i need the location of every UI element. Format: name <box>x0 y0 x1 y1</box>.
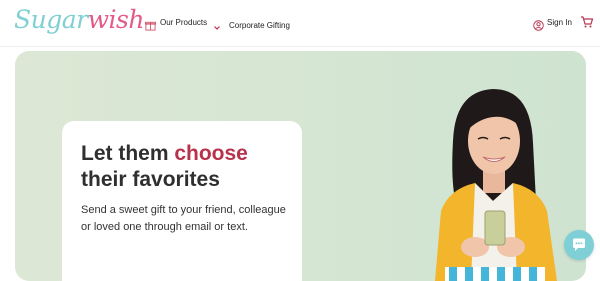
chat-button[interactable] <box>564 230 594 260</box>
logo-sugar: Sugar <box>14 5 88 34</box>
nav-our-products[interactable]: Our Products <box>145 15 221 31</box>
hero-banner: Let them choose their favorites Send a s… <box>15 51 586 281</box>
logo-wish: wish <box>87 5 145 34</box>
hero-title-line2: their favorites <box>81 168 220 191</box>
sign-in-label: Sign In <box>547 18 572 27</box>
user-circle-icon <box>533 18 544 31</box>
nav-corporate-gifting-label: Corporate Gifting <box>229 21 290 30</box>
hero-title: Let them choose their favorites <box>81 141 296 193</box>
chevron-down-icon <box>213 19 221 30</box>
gift-icon <box>145 18 156 31</box>
hero-title-accent: choose <box>174 142 248 165</box>
cart-icon[interactable] <box>580 15 594 29</box>
sign-in-link[interactable]: Sign In <box>533 15 572 31</box>
chat-icon <box>573 238 585 251</box>
hero-card: Let them choose their favorites Send a s… <box>62 121 302 281</box>
nav-corporate-gifting[interactable]: Corporate Gifting <box>229 15 290 31</box>
site-header: Sugarwish Our Products Corporate Gifting <box>0 0 600 47</box>
hero-subtitle: Send a sweet gift to your friend, collea… <box>81 204 286 233</box>
hero-title-prefix: Let them <box>81 142 175 165</box>
nav-our-products-label: Our Products <box>160 18 208 27</box>
hero-woman-image <box>435 89 557 281</box>
sugarwish-logo[interactable]: Sugarwish <box>14 4 144 36</box>
